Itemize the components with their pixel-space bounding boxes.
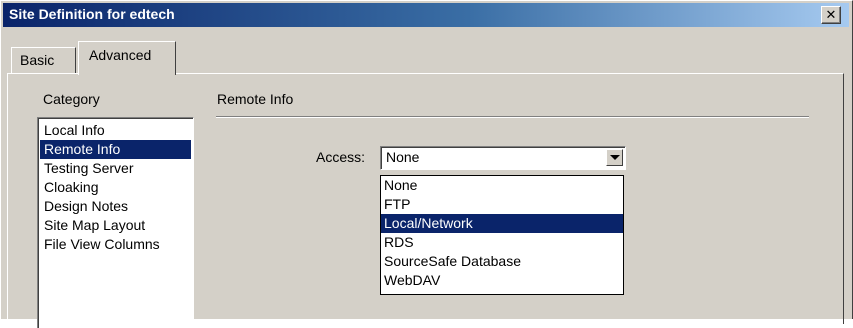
site-definition-dialog: Site Definition for edtech ✕ Basic Advan… [0, 0, 853, 328]
chevron-down-icon [610, 155, 620, 160]
access-label: Access: [316, 149, 366, 165]
category-item-cloaking[interactable]: Cloaking [40, 178, 191, 197]
category-item-remote-info[interactable]: Remote Info [40, 140, 191, 159]
category-item-design-notes[interactable]: Design Notes [40, 197, 191, 216]
section-divider [216, 116, 809, 118]
access-select[interactable]: None [380, 146, 626, 170]
close-button[interactable]: ✕ [821, 6, 841, 24]
category-list[interactable]: Local Info Remote Info Testing Server Cl… [37, 117, 194, 328]
access-option-rds[interactable]: RDS [381, 233, 623, 252]
access-option-ftp[interactable]: FTP [381, 195, 623, 214]
tab-advanced[interactable]: Advanced [78, 41, 176, 75]
access-option-none[interactable]: None [381, 176, 623, 195]
category-item-testing-server[interactable]: Testing Server [40, 159, 191, 178]
access-option-webdav[interactable]: WebDAV [381, 271, 623, 290]
title-bar[interactable]: Site Definition for edtech ✕ [3, 3, 849, 27]
category-item-site-map-layout[interactable]: Site Map Layout [40, 216, 191, 235]
tab-basic-label: Basic [20, 52, 55, 68]
access-option-sourcesafe-database[interactable]: SourceSafe Database [381, 252, 623, 271]
category-item-file-view-columns[interactable]: File View Columns [40, 235, 191, 254]
access-option-local-network[interactable]: Local/Network [381, 214, 623, 233]
section-title: Remote Info [217, 91, 294, 107]
tab-advanced-label: Advanced [89, 47, 152, 63]
category-label: Category [43, 91, 100, 107]
access-dropdown-button[interactable] [606, 149, 623, 166]
window-title: Site Definition for edtech [9, 6, 175, 22]
close-icon: ✕ [825, 7, 837, 22]
access-options-list: None FTP Local/Network RDS SourceSafe Da… [380, 175, 624, 295]
tab-basic[interactable]: Basic [11, 47, 76, 74]
category-item-local-info[interactable]: Local Info [40, 121, 191, 140]
access-select-value: None [386, 149, 420, 165]
